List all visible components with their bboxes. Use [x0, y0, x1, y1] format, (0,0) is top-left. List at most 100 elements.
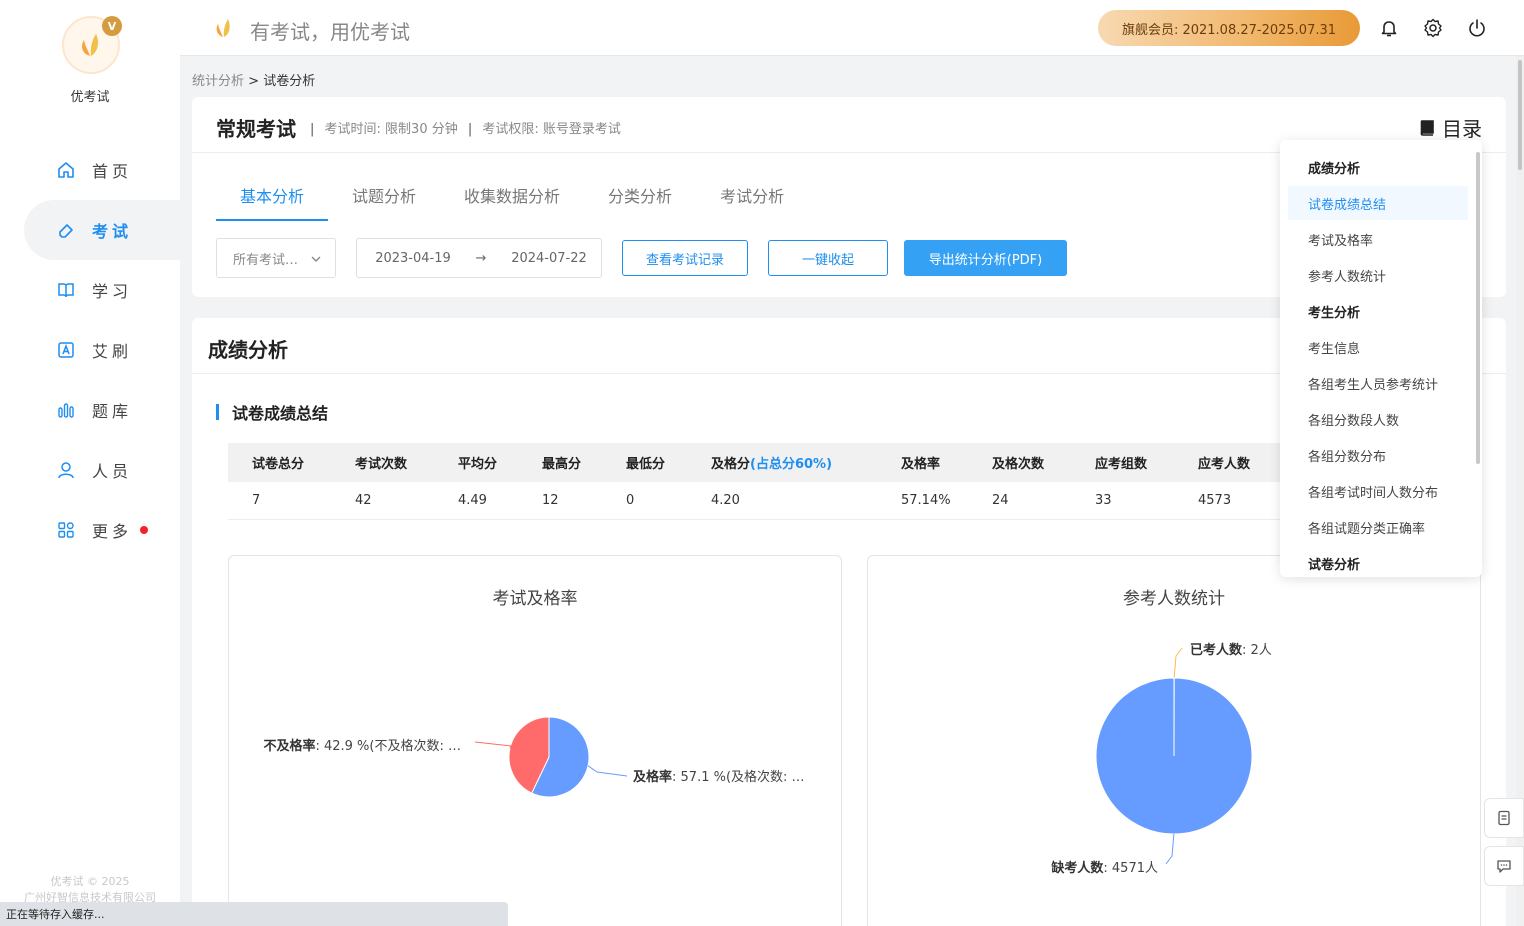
book-icon: [56, 280, 76, 300]
sidebar-item-label: 题库: [92, 402, 133, 421]
tab-exam[interactable]: 考试分析: [696, 183, 808, 221]
pie-label-line-0: [587, 765, 628, 777]
tab-questions[interactable]: 试题分析: [328, 183, 440, 221]
page-scrollbar[interactable]: [1516, 56, 1524, 926]
toc-item[interactable]: 各组试题分类正确率: [1288, 510, 1468, 544]
exam-time: 考试时间: 限制30 分钟: [324, 122, 458, 137]
toc-label: 目录: [1442, 117, 1482, 141]
view-records-button[interactable]: 查看考试记录: [622, 240, 748, 276]
pie-slice-1[interactable]: [1095, 677, 1253, 835]
pie-label-0: 及格率: 57.1 %(及格次数: …: [633, 769, 805, 785]
bars-icon: [56, 400, 76, 420]
toc-item[interactable]: 参考人数统计: [1288, 258, 1468, 292]
tab-category[interactable]: 分类分析: [584, 183, 696, 221]
col-pass-count: 及格次数: [968, 443, 1071, 482]
export-pdf-button[interactable]: 导出统计分析(PDF): [904, 240, 1067, 276]
vip-badge: V: [102, 16, 122, 36]
toc-item[interactable]: 考试及格率: [1288, 222, 1468, 256]
pie-label-line-1: [1165, 833, 1175, 865]
date-range-picker[interactable]: 2023-04-19 → 2024-07-22: [356, 238, 602, 278]
pie-label-line-1: [474, 741, 512, 749]
date-end[interactable]: 2024-07-22: [501, 251, 597, 266]
sidebar-item-more[interactable]: 更多: [24, 500, 180, 560]
cell-min: 0: [602, 482, 687, 520]
eraser-icon: [56, 220, 76, 240]
sidebar-item-people[interactable]: 人员: [24, 440, 180, 500]
exam-select[interactable]: 所有考试…: [216, 238, 336, 278]
breadcrumb-parent[interactable]: 统计分析: [192, 74, 244, 89]
toc-popup: 成绩分析 试卷成绩总结 考试及格率 参考人数统计 考生分析 考生信息 各组考生人员参考统计各…: [1280, 140, 1482, 577]
col-average: 平均分: [434, 443, 518, 482]
pass-rate-pie-chart: 及格率: 57.1 %(及格次数: … 不及格率: 42.9 %(不及格次数: …: [263, 716, 805, 798]
bell-icon[interactable]: [1377, 16, 1401, 40]
exam-title: 常规考试: [216, 117, 296, 141]
tab-basic[interactable]: 基本分析: [216, 183, 329, 221]
cell-exam-count: 42: [331, 482, 434, 520]
col-total-score: 试卷总分: [228, 443, 331, 482]
exam-select-value: 所有考试…: [233, 252, 299, 268]
toc-item[interactable]: 各组分数段人数: [1288, 402, 1468, 436]
document-icon: [1496, 810, 1512, 826]
toc-group[interactable]: 试卷分析: [1288, 546, 1468, 577]
grid-icon: [56, 520, 76, 540]
cell-pass-score: 4.20: [687, 482, 877, 520]
summary-table: 试卷总分 考试次数 平均分 最高分 最低分 及格分(占总分60%) 及格率 及格…: [228, 443, 1328, 520]
toc-group[interactable]: 考生分析: [1288, 294, 1468, 328]
analysis-tabs: 基本分析 试题分析 收集数据分析 分类分析 考试分析: [216, 183, 808, 221]
col-pass-score: 及格分(占总分60%): [687, 443, 877, 482]
toc-group[interactable]: 成绩分析: [1288, 150, 1468, 184]
chat-button[interactable]: [1484, 846, 1524, 886]
membership-badge[interactable]: 旗舰会员: 2021.08.27-2025.07.31: [1098, 10, 1360, 46]
collapse-all-button[interactable]: 一键收起: [768, 240, 888, 276]
toc-scrollbar[interactable]: [1476, 152, 1480, 464]
pass-score-label: 及格分: [711, 457, 751, 472]
col-pass-rate: 及格率: [877, 443, 968, 482]
browser-status-bar: 正在等待存入缓存...: [0, 902, 508, 926]
cell-average: 4.49: [434, 482, 518, 520]
pie-label-line-0: [1173, 647, 1183, 679]
cell-pass-rate: 57.14%: [877, 482, 968, 520]
date-start[interactable]: 2023-04-19: [365, 251, 461, 266]
toc-item[interactable]: 各组考试时间人数分布: [1288, 474, 1468, 508]
breadcrumb-current: 试卷分析: [263, 74, 316, 89]
cell-group-count: 33: [1071, 482, 1174, 520]
sidebar-item-label: 人员: [92, 462, 133, 481]
col-min: 最低分: [602, 443, 687, 482]
date-arrow: →: [475, 250, 487, 266]
toc-button[interactable]: 目录: [1418, 113, 1482, 142]
table-row: 7 42 4.49 12 0 4.20 57.14% 24 33 4573: [228, 482, 1328, 520]
pie-label-1: 不及格率: 42.9 %(不及格次数: …: [263, 738, 461, 754]
subsection-title: 试卷成绩总结: [216, 400, 328, 424]
toc-item[interactable]: 各组分数分布: [1288, 438, 1468, 472]
copyright-line: 优考试 © 2025: [50, 875, 130, 888]
sidebar-item-label: 艾刷: [92, 342, 133, 361]
toc-item[interactable]: 试卷成绩总结: [1288, 186, 1468, 220]
notes-button[interactable]: [1484, 798, 1524, 838]
sidebar-item-label: 首页: [92, 162, 133, 181]
sidebar-item-exam[interactable]: 考试: [24, 200, 180, 260]
breadcrumb-separator: >: [244, 74, 264, 89]
user-icon: [56, 460, 76, 480]
sidebar-item-home[interactable]: 首页: [24, 140, 180, 200]
top-bar: 有考试，用优考试 旗舰会员: 2021.08.27-2025.07.31: [180, 0, 1524, 56]
toc-item[interactable]: 各组考生人员参考统计: [1288, 366, 1468, 400]
tab-collected-data[interactable]: 收集数据分析: [440, 183, 584, 221]
gear-icon[interactable]: [1421, 16, 1445, 40]
subsection-label: 试卷成绩总结: [232, 404, 329, 423]
sidebar-item-question-bank[interactable]: 题库: [24, 380, 180, 440]
section-title: 成绩分析: [208, 338, 288, 362]
pie-label-1: 缺考人数: 4571人: [1050, 860, 1158, 876]
sidebar-item-aishua[interactable]: 艾刷: [24, 320, 180, 380]
home-icon: [56, 160, 76, 180]
sidebar: V 优考试 首页 考试 学习 艾刷 题库 人员 更多 优考试 © 2025 广州…: [0, 0, 180, 926]
toc-item[interactable]: 考生信息: [1288, 330, 1468, 364]
exam-permission: 考试权限: 账号登录考试: [482, 122, 621, 137]
sidebar-item-label: 考试: [92, 222, 133, 241]
pass-rate-chart-card: 考试及格率 及格率: 57.1 %(及格次数: … 不及格率: 42.9 %(不及…: [228, 555, 842, 926]
slogan: 有考试，用优考试: [250, 20, 410, 44]
brand-name: 优考试: [70, 90, 110, 105]
scrollbar-thumb[interactable]: [1518, 60, 1522, 170]
power-icon[interactable]: [1465, 16, 1489, 40]
meta-separator: |: [310, 122, 315, 137]
sidebar-item-study[interactable]: 学习: [24, 260, 180, 320]
